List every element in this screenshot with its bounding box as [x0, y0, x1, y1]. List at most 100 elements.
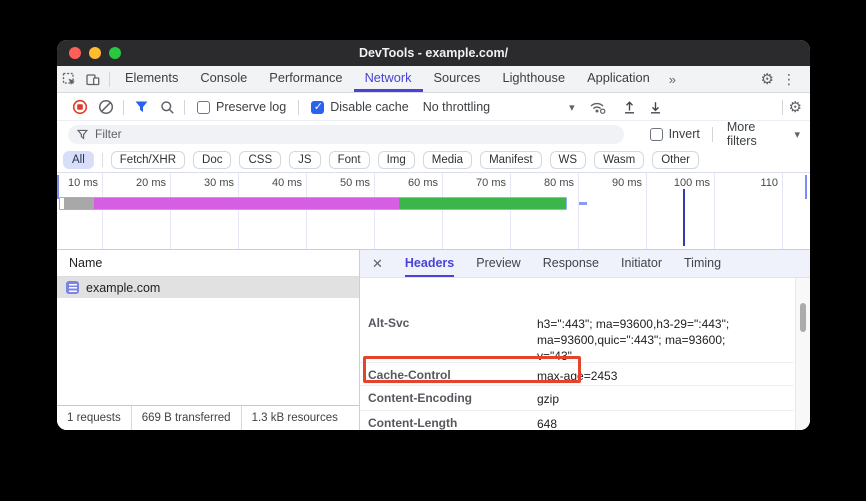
- filter-chip-ws[interactable]: WS: [550, 151, 587, 169]
- scrollbar[interactable]: [795, 278, 810, 430]
- divider: [298, 100, 299, 115]
- filter-chip-wasm[interactable]: Wasm: [594, 151, 644, 169]
- timeline-tick-label: 30 ms: [176, 177, 234, 189]
- timeline-gridline: [238, 173, 239, 249]
- waterfall-segment-request-magenta: [94, 198, 399, 209]
- filter-chip-all[interactable]: All: [63, 151, 94, 169]
- row-separator: [360, 385, 794, 386]
- more-panels-icon[interactable]: »: [661, 66, 684, 92]
- timeline-tick-label: 110: [720, 177, 778, 189]
- header-value: max-age=2453: [537, 368, 752, 384]
- disable-cache-toggle[interactable]: Disable cache: [303, 100, 417, 114]
- overview-handle[interactable]: [57, 175, 59, 199]
- tab-application[interactable]: Application: [576, 66, 661, 92]
- status-item: 1.3 kB resources: [242, 412, 348, 424]
- network-conditions-icon[interactable]: [585, 94, 611, 120]
- tab-elements[interactable]: Elements: [114, 66, 189, 92]
- more-filters-label: More filters: [727, 120, 789, 148]
- filter-chip-js[interactable]: JS: [289, 151, 320, 169]
- throttling-select[interactable]: No throttling ▾: [423, 100, 575, 114]
- header-row-cache-control[interactable]: Cache-Control max-age=2453: [360, 368, 794, 384]
- device-toolbar-icon[interactable]: [81, 66, 105, 92]
- divider: [123, 100, 124, 115]
- tab-performance[interactable]: Performance: [258, 66, 353, 92]
- waterfall-segment-response-green: [399, 198, 566, 209]
- timeline-tick-label: 100 ms: [652, 177, 710, 189]
- divider: [782, 100, 783, 115]
- timeline-gridline: [306, 173, 307, 249]
- request-type-filters: All Fetch/XHR Doc CSS JS Font Img Media Manifest…: [57, 147, 810, 172]
- disable-cache-checkbox[interactable]: [311, 101, 324, 114]
- detail-tab-headers[interactable]: Headers: [405, 250, 454, 277]
- preserve-log-checkbox[interactable]: [197, 101, 210, 114]
- timeline-tick-label: 70 ms: [448, 177, 506, 189]
- filter-chip-fetch-xhr[interactable]: Fetch/XHR: [111, 151, 185, 169]
- filter-icon[interactable]: [128, 94, 154, 120]
- name-column-header[interactable]: Name: [57, 250, 359, 277]
- tab-network[interactable]: Network: [354, 66, 423, 92]
- request-table: Name example.com 1 requests669 B transfe…: [57, 250, 360, 430]
- header-row-content-encoding[interactable]: Content-Encoding gzip: [360, 391, 794, 407]
- header-value: gzip: [537, 391, 752, 407]
- timeline-gridline: [714, 173, 715, 249]
- scrollbar-thumb[interactable]: [800, 303, 806, 332]
- filter-chip-css[interactable]: CSS: [239, 151, 281, 169]
- invert-checkbox[interactable]: [650, 128, 663, 141]
- header-name: Content-Encoding: [368, 391, 533, 405]
- header-value: 648: [537, 416, 752, 430]
- close-panel-icon[interactable]: ✕: [372, 256, 383, 272]
- invert-label: Invert: [669, 127, 700, 141]
- header-value: h3=":443"; ma=93600,h3-29=":443"; ma=936…: [537, 316, 752, 364]
- tab-console[interactable]: Console: [189, 66, 258, 92]
- titlebar[interactable]: DevTools - example.com/: [57, 40, 810, 66]
- request-row[interactable]: example.com: [57, 277, 359, 298]
- stop-recording-icon[interactable]: [67, 94, 93, 120]
- header-row-alt-svc[interactable]: Alt-Svch3=":443"; ma=93600,h3-29=":443";…: [360, 316, 794, 332]
- header-name: Alt-Svc: [368, 316, 533, 330]
- filter-chip-img[interactable]: Img: [378, 151, 415, 169]
- header-row-content-length[interactable]: Content-Length 648: [360, 416, 794, 430]
- devtools-window: DevTools - example.com/ ElementsConsoleP…: [57, 40, 810, 430]
- timeline-gridline: [170, 173, 171, 249]
- detail-tab-response[interactable]: Response: [543, 250, 599, 277]
- settings-icon[interactable]: ⚙: [761, 72, 774, 87]
- overview-handle[interactable]: [805, 175, 807, 199]
- export-har-icon[interactable]: [617, 94, 643, 120]
- throttling-value: No throttling: [423, 100, 490, 114]
- network-settings-icon[interactable]: ⚙: [789, 100, 802, 115]
- timeline-gridline: [646, 173, 647, 249]
- detail-tab-timing[interactable]: Timing: [684, 250, 721, 277]
- timeline-gridline: [442, 173, 443, 249]
- document-icon: [66, 281, 79, 294]
- filter-chip-other[interactable]: Other: [652, 151, 699, 169]
- preserve-log-label: Preserve log: [216, 100, 286, 114]
- search-icon[interactable]: [154, 94, 180, 120]
- detail-tab-initiator[interactable]: Initiator: [621, 250, 662, 277]
- network-overview[interactable]: 10 ms20 ms30 ms40 ms50 ms60 ms70 ms80 ms…: [57, 172, 810, 250]
- tab-lighthouse[interactable]: Lighthouse: [491, 66, 576, 92]
- tab-sources[interactable]: Sources: [423, 66, 492, 92]
- more-filters-button[interactable]: More filters ▾: [717, 120, 810, 148]
- filter-icon-small: [77, 129, 88, 140]
- header-name: Content-Length: [368, 416, 533, 430]
- timeline-gridline: [374, 173, 375, 249]
- clear-log-icon[interactable]: [93, 94, 119, 120]
- detail-tab-preview[interactable]: Preview: [476, 250, 520, 277]
- preserve-log-toggle[interactable]: Preserve log: [189, 100, 294, 114]
- timeline-tick-label: 60 ms: [380, 177, 438, 189]
- timeline-tick-label: 40 ms: [244, 177, 302, 189]
- filter-chip-doc[interactable]: Doc: [193, 151, 231, 169]
- filter-input[interactable]: Filter: [68, 125, 624, 144]
- filter-chip-manifest[interactable]: Manifest: [480, 151, 541, 169]
- import-har-icon[interactable]: [643, 94, 669, 120]
- customize-menu-icon[interactable]: ⋮: [776, 71, 802, 88]
- response-headers-list: Alt-Svc h3=":443"; ma=93600,h3-29=":443";…: [360, 278, 794, 430]
- filter-placeholder: Filter: [95, 127, 122, 141]
- request-name: example.com: [86, 281, 160, 295]
- header-name: Cache-Control: [368, 368, 533, 382]
- inspect-element-icon[interactable]: [57, 66, 81, 92]
- filter-chip-media[interactable]: Media: [423, 151, 472, 169]
- window-title: DevTools - example.com/: [57, 40, 810, 66]
- invert-filter-toggle[interactable]: Invert: [642, 127, 708, 141]
- filter-chip-font[interactable]: Font: [329, 151, 370, 169]
